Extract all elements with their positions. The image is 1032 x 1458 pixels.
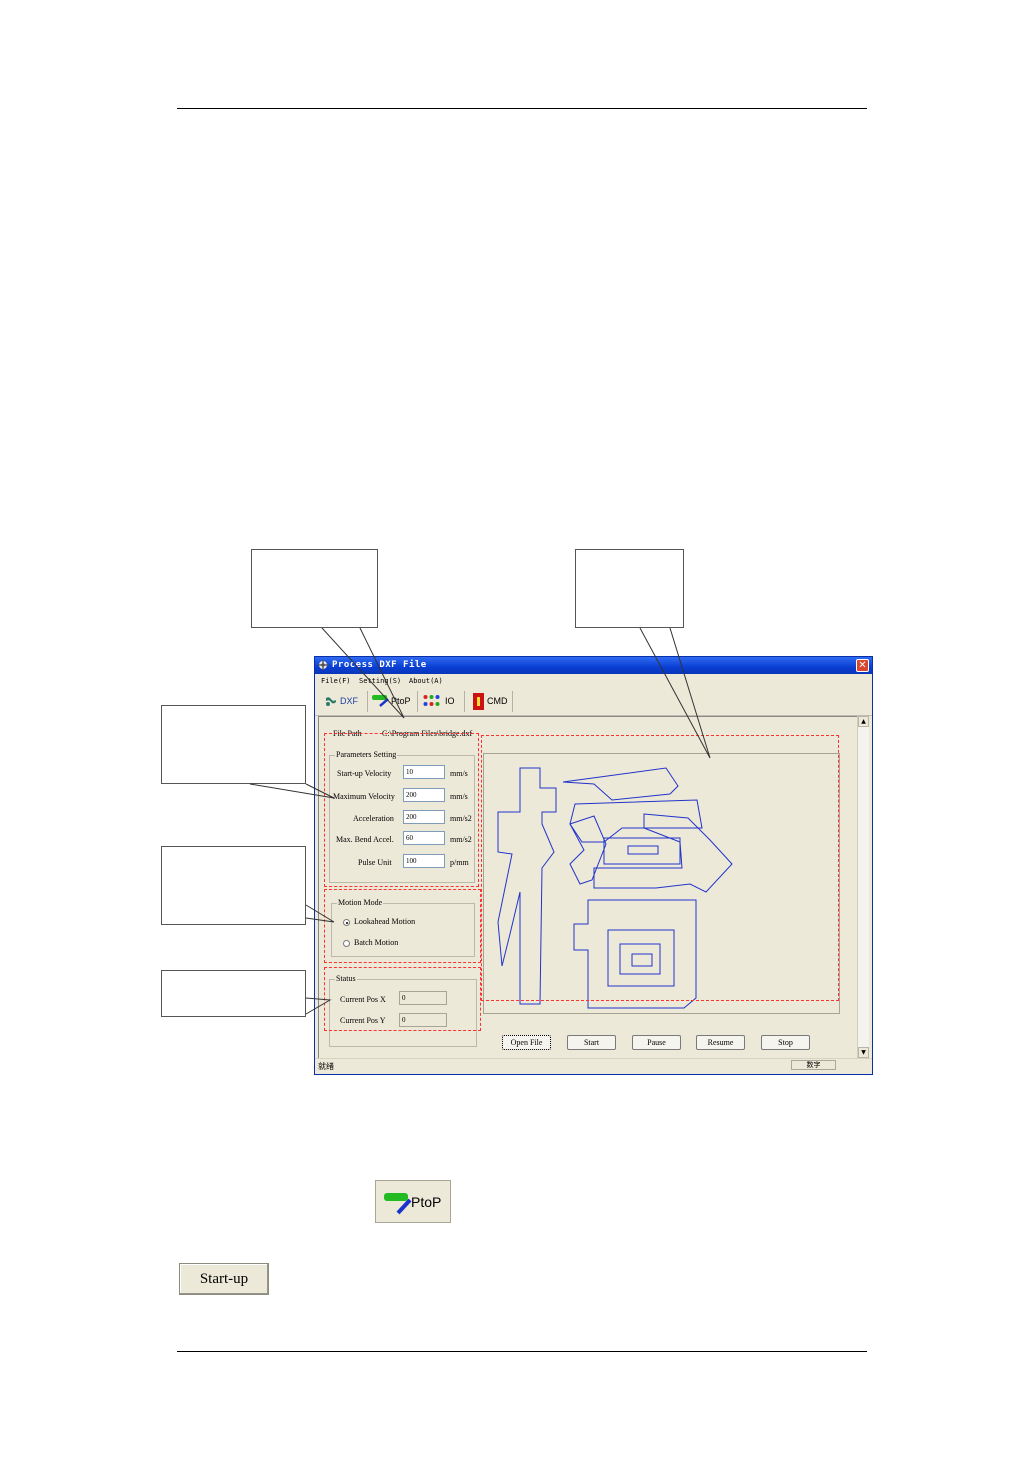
ptop-toolbar-icon-large: PtoP — [375, 1180, 451, 1223]
callout-leaders — [249, 627, 711, 1015]
startup-button[interactable]: Start-up — [179, 1263, 269, 1295]
ptop-icon — [384, 1193, 412, 1215]
ptop-large-label: PtoP — [411, 1194, 442, 1210]
